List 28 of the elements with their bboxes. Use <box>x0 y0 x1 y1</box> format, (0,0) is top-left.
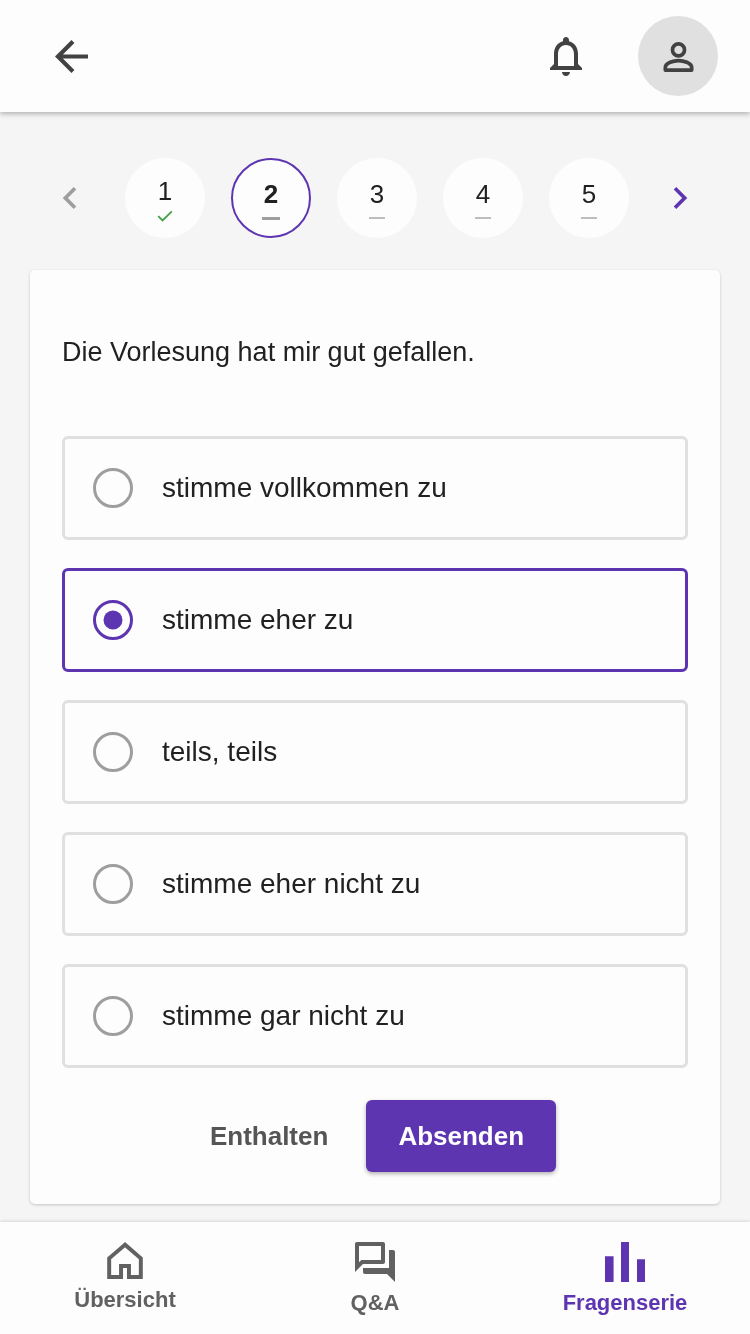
nav-tab[interactable]: Übersicht <box>0 1222 250 1334</box>
step-button[interactable]: 3 <box>337 158 417 238</box>
nav-tab[interactable]: Fragenserie <box>500 1222 750 1334</box>
bar-chart-icon <box>605 1242 645 1282</box>
radio-icon <box>93 996 133 1036</box>
answer-option[interactable]: stimme eher zu <box>62 568 688 672</box>
back-arrow-icon[interactable] <box>55 39 88 73</box>
home-icon <box>107 1242 143 1279</box>
chat-bubbles-icon <box>355 1242 395 1282</box>
submit-button[interactable]: Absenden <box>366 1100 557 1172</box>
answer-option[interactable]: stimme eher nicht zu <box>62 832 688 936</box>
bell-icon[interactable] <box>550 36 582 76</box>
abstain-button[interactable]: Enthalten <box>209 1100 329 1172</box>
answer-option[interactable]: teils, teils <box>62 700 688 804</box>
person-icon <box>662 40 694 72</box>
step-button[interactable]: 5 <box>549 158 629 238</box>
radio-icon <box>93 732 133 772</box>
step-button[interactable]: 1 <box>125 158 205 238</box>
radio-selected-icon <box>93 600 133 640</box>
answer-option[interactable]: stimme vollkommen zu <box>62 436 688 540</box>
question-text: Die Vorlesung hat mir gut gefallen. <box>62 336 476 369</box>
step-button[interactable]: 4 <box>443 158 523 238</box>
nav-tab[interactable]: Q&A <box>250 1222 500 1334</box>
chevron-right-icon[interactable] <box>673 186 688 210</box>
step-button[interactable]: 2 <box>231 158 311 238</box>
radio-icon <box>93 864 133 904</box>
radio-icon <box>93 468 133 508</box>
answer-option[interactable]: stimme gar nicht zu <box>62 964 688 1068</box>
